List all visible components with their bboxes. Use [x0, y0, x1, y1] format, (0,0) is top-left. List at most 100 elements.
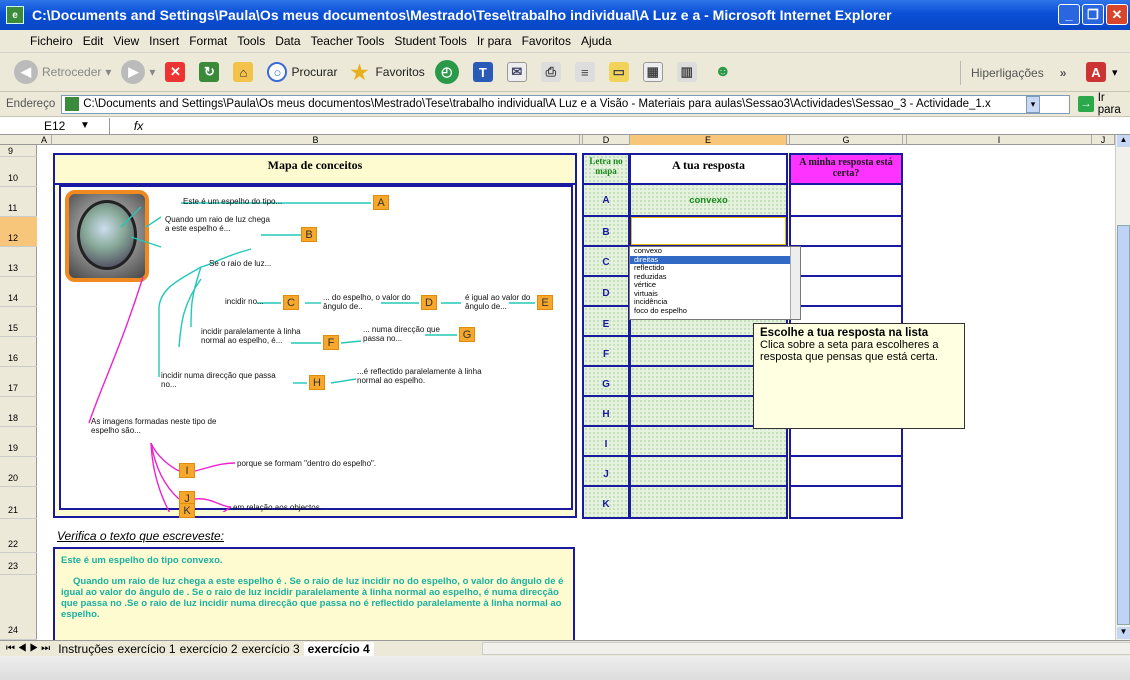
tab-exercicio-3[interactable]: exercício 3: [242, 642, 300, 656]
row-24[interactable]: 24: [0, 575, 37, 640]
label-incidir-direccao: incidir numa direcção que passa no...: [161, 371, 276, 389]
map-box-k: K: [179, 503, 195, 518]
menu-favoritos[interactable]: Favoritos: [522, 34, 571, 48]
col-e[interactable]: E: [630, 135, 787, 145]
tab-instrucoes[interactable]: Instruções: [58, 642, 113, 656]
office-button[interactable]: T: [472, 62, 497, 82]
tab-exercicio-1[interactable]: exercício 1: [118, 642, 176, 656]
address-dropdown-icon[interactable]: ▾: [1026, 95, 1040, 113]
menu-format[interactable]: Format: [189, 34, 227, 48]
go-button[interactable]: → Ir para: [1078, 92, 1130, 116]
row-12[interactable]: 12: [0, 217, 37, 247]
row-headers: 9 10 11 12 13 14 15 16 17 18 19 20 21 22…: [0, 145, 37, 640]
row-15[interactable]: 15: [0, 307, 37, 337]
close-button[interactable]: ✕: [1106, 4, 1128, 25]
col-b[interactable]: B: [52, 135, 580, 145]
col-i[interactable]: I: [907, 135, 1092, 145]
horizontal-scrollbar[interactable]: [482, 642, 1130, 655]
menu-bar: Ficheiro Edit View Insert Format Tools D…: [0, 30, 1130, 53]
row-letter-e: E: [602, 319, 610, 330]
row-11[interactable]: 11: [0, 187, 37, 217]
scroll-down-icon[interactable]: ▼: [1117, 627, 1130, 639]
menu-view[interactable]: View: [113, 34, 139, 48]
history-button[interactable]: ◴: [434, 60, 463, 84]
favorites-button[interactable]: ★ Favoritos: [347, 60, 424, 84]
page-icon: [65, 97, 80, 111]
row-10[interactable]: 10: [0, 157, 37, 187]
scroll-up-icon[interactable]: ▲: [1117, 135, 1130, 147]
col-j[interactable]: J: [1092, 135, 1115, 145]
row-17[interactable]: 17: [0, 367, 37, 397]
menu-student-tools[interactable]: Student Tools: [394, 34, 467, 48]
row-20[interactable]: 20: [0, 457, 37, 487]
vertical-scrollbar[interactable]: ▲ ▼: [1115, 135, 1130, 640]
label-mirror-type: Este é um espelho do tipo...: [183, 197, 283, 206]
messenger-button[interactable]: ☻: [711, 60, 739, 84]
acrobat-button[interactable]: A ▾: [1086, 62, 1118, 82]
namebox-dropdown-icon[interactable]: ▼: [80, 120, 90, 131]
mail-button[interactable]: ✉: [506, 62, 531, 82]
map-box-g: G: [459, 327, 475, 342]
row-19[interactable]: 19: [0, 427, 37, 457]
back-button[interactable]: ◀ Retroceder ▾: [14, 60, 111, 84]
row-letter-c: C: [602, 257, 610, 268]
row-13[interactable]: 13: [0, 247, 37, 277]
menu-tools[interactable]: Tools: [237, 34, 265, 48]
concept-map-title: Mapa de conceitos: [55, 155, 575, 185]
stop-button[interactable]: ✕: [165, 62, 189, 82]
title-bar: e C:\Documents and Settings\Paula\Os meu…: [0, 0, 1130, 30]
research-button[interactable]: ▥: [676, 62, 701, 82]
calc-button[interactable]: ▦: [642, 62, 667, 82]
row-16[interactable]: 16: [0, 337, 37, 367]
verify-text-box: Este é um espelho do tipo convexo. Quand…: [53, 547, 575, 640]
print-button[interactable]: ⎙: [540, 62, 565, 82]
folder-icon: ▭: [608, 62, 629, 82]
row-23[interactable]: 23: [0, 553, 37, 575]
forward-button[interactable]: ▶ ▾: [121, 60, 155, 84]
row-22[interactable]: 22: [0, 519, 37, 553]
edit-icon: ≡: [574, 62, 595, 82]
menu-edit[interactable]: Edit: [83, 34, 104, 48]
tab-exercicio-4[interactable]: exercício 4: [303, 641, 374, 656]
row-14[interactable]: 14: [0, 277, 37, 307]
col-a[interactable]: A: [37, 135, 52, 145]
tooltip-title: Escolhe a tua resposta na lista: [760, 327, 929, 339]
col-g[interactable]: G: [790, 135, 903, 145]
dropdown-scrollbar[interactable]: [790, 247, 800, 319]
verify-paragraph-2: Quando um raio de luz chega a este espel…: [61, 576, 564, 620]
answer-dropdown-list[interactable]: convexo direitas reflectido reduzidas vé…: [629, 246, 801, 320]
research-icon: ▥: [676, 62, 697, 82]
tab-nav-icons[interactable]: ⏮ ◀ ▶ ⏭: [6, 643, 50, 654]
dropdown-option[interactable]: foco do espelho: [630, 306, 800, 316]
menu-ir-para[interactable]: Ir para: [477, 34, 512, 48]
answer-b-cell[interactable]: [631, 217, 786, 245]
address-input[interactable]: C:\Documents and Settings\Paula\Os meus …: [61, 94, 1071, 114]
letter-column: Letra no mapa A B C D E F G H I J K: [582, 153, 630, 519]
menu-insert[interactable]: Insert: [149, 34, 179, 48]
refresh-button[interactable]: ↻: [199, 62, 223, 82]
menu-ajuda[interactable]: Ajuda: [581, 34, 612, 48]
row-18[interactable]: 18: [0, 397, 37, 427]
concept-map-frame: Mapa de conceitos Este é um espelho do t…: [53, 153, 577, 518]
search-button[interactable]: ○ Procurar: [267, 62, 337, 82]
scroll-thumb[interactable]: [1117, 225, 1130, 625]
row-9[interactable]: 9: [0, 145, 37, 157]
menu-ficheiro[interactable]: Ficheiro: [30, 34, 73, 48]
folder-button[interactable]: ▭: [608, 62, 633, 82]
maximize-button[interactable]: ❐: [1082, 4, 1104, 25]
col-d[interactable]: D: [583, 135, 630, 145]
edit-button[interactable]: ≡: [574, 62, 599, 82]
menu-data[interactable]: Data: [275, 34, 300, 48]
answer-a-value[interactable]: convexo: [631, 195, 786, 206]
home-button[interactable]: ⌂: [233, 62, 257, 82]
map-box-b: B: [301, 227, 317, 242]
tab-exercicio-2[interactable]: exercício 2: [180, 642, 238, 656]
formula-bar: E12 ▼ fx: [0, 117, 1130, 135]
star-icon: ★: [350, 61, 369, 84]
links-button[interactable]: Hiperligações»: [960, 61, 1066, 85]
menu-teacher-tools[interactable]: Teacher Tools: [311, 34, 385, 48]
name-box[interactable]: E12: [0, 117, 110, 134]
row-21[interactable]: 21: [0, 487, 37, 519]
minimize-button[interactable]: _: [1058, 4, 1080, 25]
refresh-icon: ↻: [199, 62, 220, 82]
